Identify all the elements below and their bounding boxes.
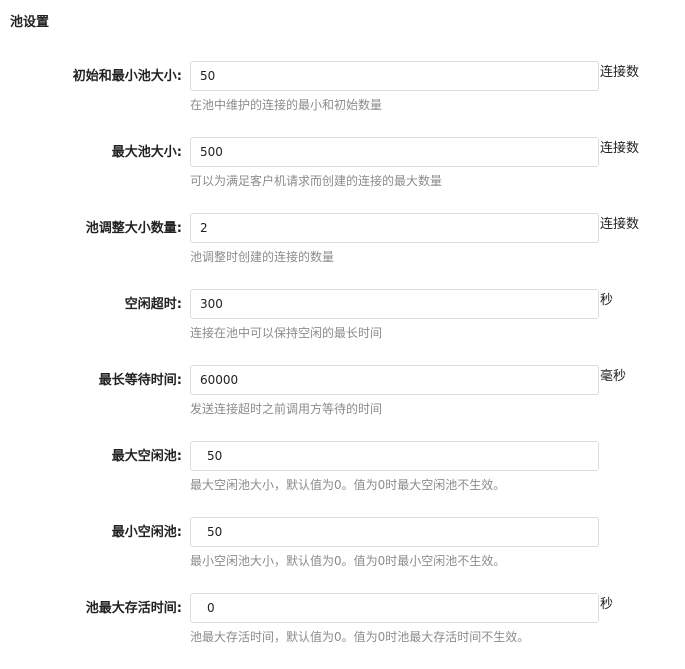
pool-resize-quantity-input[interactable] [190,213,599,243]
field-hint: 池最大存活时间，默认值为0。值为0时池最大存活时间不生效。 [190,630,530,644]
field-hint: 连接在池中可以保持空闲的最长时间 [190,326,383,340]
field-row-initial-min-pool-size: 初始和最小池大小: 连接数 在池中维护的连接的最小和初始数量 [0,61,685,137]
field-row-max-wait-time: 最长等待时间: 毫秒 发送连接超时之前调用方等待的时间 [0,365,685,441]
field-row-pool-max-lifetime: 池最大存活时间: 秒 池最大存活时间，默认值为0。值为0时池最大存活时间不生效。 [0,593,685,669]
field-row-max-pool-size: 最大池大小: 连接数 可以为满足客户机请求而创建的连接的最大数量 [0,137,685,213]
field-row-pool-resize-quantity: 池调整大小数量: 连接数 池调整时创建的连接的数量 [0,213,685,289]
field-hint: 最小空闲池大小，默认值为0。值为0时最小空闲池不生效。 [190,554,506,568]
min-idle-pool-input[interactable] [190,517,599,547]
field-hint: 池调整时创建的连接的数量 [190,250,335,264]
field-row-max-idle-pool: 最大空闲池: 最大空闲池大小，默认值为0。值为0时最大空闲池不生效。 [0,441,685,517]
field-unit: 连接数 [600,141,640,156]
field-label: 最大空闲池: [111,449,182,464]
field-hint: 发送连接超时之前调用方等待的时间 [190,402,383,416]
field-unit: 连接数 [600,65,640,80]
field-unit: 连接数 [600,217,640,232]
field-label: 最小空闲池: [111,525,182,540]
field-label: 池最大存活时间: [85,601,182,616]
pool-max-lifetime-input[interactable] [190,593,599,623]
max-wait-time-input[interactable] [190,365,599,395]
field-hint: 可以为满足客户机请求而创建的连接的最大数量 [190,174,443,188]
section-title: 池设置 [10,15,50,30]
field-row-min-idle-pool: 最小空闲池: 最小空闲池大小，默认值为0。值为0时最小空闲池不生效。 [0,517,685,593]
field-label: 初始和最小池大小: [72,69,182,84]
field-label: 最大池大小: [111,145,182,160]
field-row-idle-timeout: 空闲超时: 秒 连接在池中可以保持空闲的最长时间 [0,289,685,365]
field-unit: 秒 [600,293,614,308]
field-unit: 秒 [600,597,614,612]
field-hint: 最大空闲池大小，默认值为0。值为0时最大空闲池不生效。 [190,478,506,492]
initial-min-pool-size-input[interactable] [190,61,599,91]
field-hint: 在池中维护的连接的最小和初始数量 [190,98,383,112]
field-label: 池调整大小数量: [85,221,182,236]
max-pool-size-input[interactable] [190,137,599,167]
max-idle-pool-input[interactable] [190,441,599,471]
field-label: 最长等待时间: [98,373,182,388]
field-label: 空闲超时: [124,297,182,312]
idle-timeout-input[interactable] [190,289,599,319]
field-unit: 毫秒 [600,369,627,384]
